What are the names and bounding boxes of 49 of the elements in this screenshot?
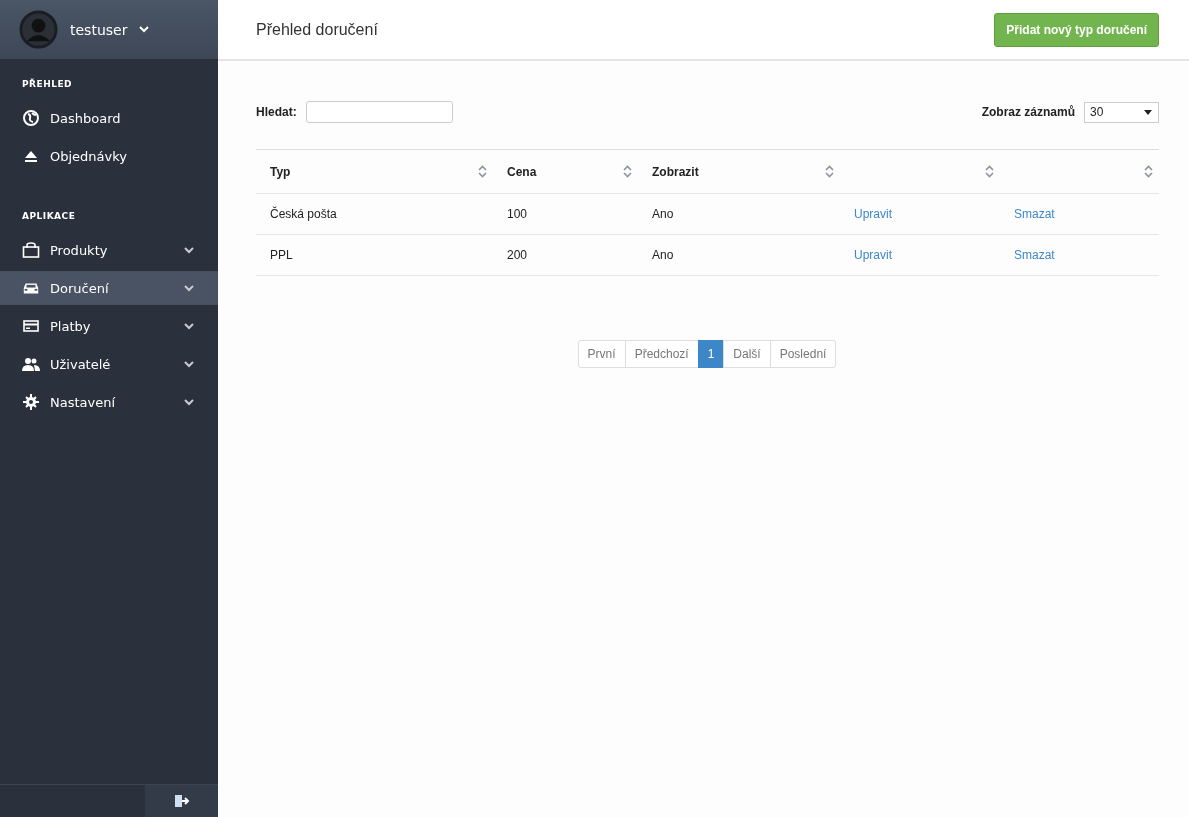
pagination-button[interactable]: Další bbox=[723, 340, 771, 368]
sidebar-item[interactable]: Nastavení bbox=[0, 385, 218, 419]
eject-icon bbox=[24, 149, 38, 163]
table-cell: PPL bbox=[270, 248, 293, 262]
sidebar-item[interactable]: Objednávky bbox=[0, 139, 218, 173]
dropdown-arrow-icon bbox=[1144, 109, 1152, 115]
pagination-button[interactable]: Předchozí bbox=[624, 340, 699, 368]
pagination-button[interactable]: První bbox=[577, 340, 626, 368]
logout-icon bbox=[173, 794, 190, 808]
edit-link[interactable]: Upravit bbox=[854, 207, 892, 221]
delete-link[interactable]: Smazat bbox=[1014, 248, 1055, 262]
users-icon bbox=[22, 356, 40, 372]
column-header[interactable]: Zobrazit bbox=[652, 164, 699, 179]
sidebar-item[interactable]: Dashboard bbox=[0, 101, 218, 135]
chevron-down-icon bbox=[139, 26, 150, 33]
section-title: PŘEHLED bbox=[21, 77, 74, 91]
delete-link[interactable]: Smazat bbox=[1014, 207, 1055, 221]
user-name[interactable]: testuser bbox=[70, 21, 128, 38]
table-cell: Ano bbox=[652, 207, 674, 221]
sort-icon[interactable] bbox=[623, 164, 632, 178]
page-size-label: Zobraz záznamů bbox=[981, 105, 1075, 119]
sidebar-item[interactable]: Platby bbox=[0, 309, 218, 343]
logout-button[interactable] bbox=[145, 785, 218, 817]
section-title: APLIKACE bbox=[21, 210, 77, 223]
sidebar-item[interactable]: Doručení bbox=[0, 271, 218, 305]
edit-link[interactable]: Upravit bbox=[854, 248, 892, 262]
search-label: Hledat: bbox=[256, 105, 297, 119]
pagination-button[interactable]: Poslední bbox=[769, 340, 837, 368]
search-field[interactable] bbox=[305, 101, 453, 123]
table-cell: 100 bbox=[507, 207, 528, 221]
page-size-select[interactable]: 30 bbox=[1084, 101, 1159, 123]
table-cell: Ano bbox=[652, 248, 674, 262]
credit-card-icon bbox=[23, 320, 39, 332]
column-header[interactable]: Typ bbox=[270, 164, 291, 179]
sidebar-item[interactable]: Uživatelé bbox=[0, 347, 218, 381]
car-icon bbox=[22, 281, 40, 295]
table-cell: 200 bbox=[507, 248, 528, 262]
sort-icon[interactable] bbox=[478, 164, 487, 178]
gear-icon bbox=[23, 394, 39, 410]
sort-icon[interactable] bbox=[985, 165, 994, 178]
avatar-icon bbox=[19, 10, 58, 49]
bag-icon bbox=[22, 242, 40, 258]
table-cell: Česká pošta bbox=[270, 207, 337, 221]
column-header[interactable]: Cena bbox=[507, 164, 537, 179]
page-title: Přehled doručení bbox=[256, 20, 378, 39]
globe-icon bbox=[23, 110, 39, 126]
sort-icon[interactable] bbox=[1144, 165, 1153, 178]
sort-icon[interactable] bbox=[825, 164, 834, 178]
sidebar-item[interactable]: Produkty bbox=[0, 233, 218, 267]
